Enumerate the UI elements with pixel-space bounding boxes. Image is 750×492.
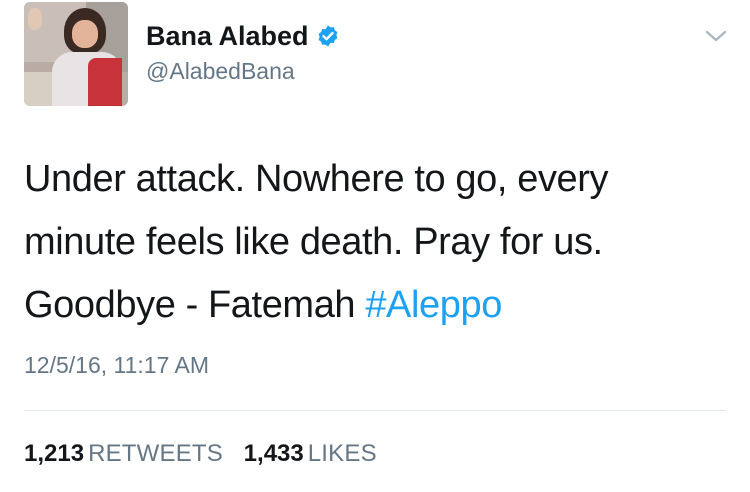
user-handle[interactable]: @AlabedBana xyxy=(146,56,295,86)
tweet-stats: 1,213 RETWEETS 1,433 LIKES xyxy=(24,438,391,470)
avatar-jacket xyxy=(88,58,122,106)
user-display-name[interactable]: Bana Alabed xyxy=(146,20,309,52)
retweets-stat[interactable]: 1,213 RETWEETS xyxy=(24,438,223,470)
verified-badge-icon xyxy=(316,24,340,48)
tweet-text: Under attack. Nowhere to go, every minut… xyxy=(24,148,724,337)
tweet-text-line: Goodbye - Fatemah #Aleppo xyxy=(24,274,724,337)
tweet-text-line: minute feels like death. Pray for us. xyxy=(24,221,603,263)
tweet-text-line: Under attack. Nowhere to go, every xyxy=(24,158,609,200)
avatar-doll xyxy=(28,8,42,30)
likes-label: LIKES xyxy=(307,440,377,467)
divider xyxy=(24,410,726,411)
likes-stat[interactable]: 1,433 LIKES xyxy=(244,438,377,470)
tweet-text-segment: Goodbye - Fatemah xyxy=(24,284,366,326)
retweets-count: 1,213 xyxy=(24,440,85,467)
user-name-row[interactable]: Bana Alabed xyxy=(146,20,340,52)
likes-count: 1,433 xyxy=(243,440,304,467)
retweets-label: RETWEETS xyxy=(88,440,223,467)
tweet-timestamp[interactable]: 12/5/16, 11:17 AM xyxy=(24,350,209,380)
chevron-down-icon[interactable] xyxy=(704,28,728,44)
avatar-face xyxy=(72,20,98,48)
avatar[interactable] xyxy=(24,2,128,106)
hashtag-link[interactable]: #Aleppo xyxy=(365,284,502,326)
tweet-card: Bana Alabed @AlabedBana Under attack. No… xyxy=(0,0,750,492)
